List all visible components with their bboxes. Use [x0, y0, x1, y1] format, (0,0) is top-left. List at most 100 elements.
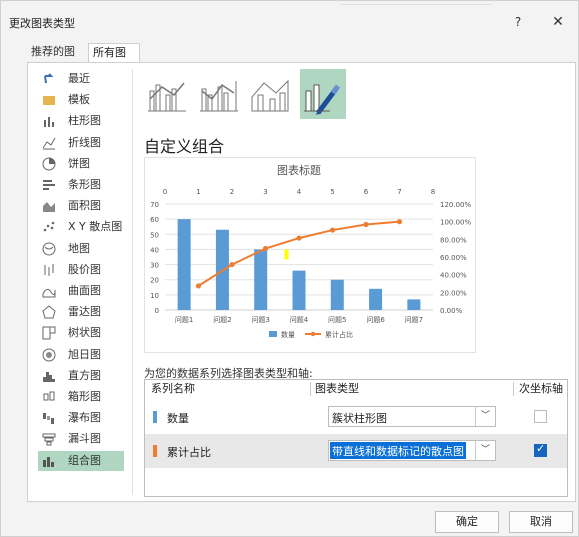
- series-point: [296, 235, 302, 241]
- cancel-button[interactable]: 取消: [509, 511, 573, 533]
- sidebar-item-label: 组合图: [68, 453, 101, 467]
- header-divider: [310, 382, 311, 396]
- bar: [177, 219, 191, 310]
- y2-tick-label: 80.00%: [440, 236, 467, 244]
- secondary-axis-checkbox[interactable]: [534, 410, 547, 423]
- sidebar-item-label: 漏斗图: [68, 432, 101, 446]
- sidebar-item-scatter-chart[interactable]: X Y 散点图: [38, 217, 124, 237]
- custom-combination-subtype[interactable]: [300, 69, 346, 119]
- title-bar: 更改图表类型 ? ✕: [1, 1, 578, 37]
- treemap-chart-icon: [42, 326, 56, 340]
- series-name: 数量: [167, 412, 189, 425]
- surface-chart-icon: [42, 288, 56, 298]
- clustered-column-line-secondary-subtype[interactable]: [196, 69, 242, 119]
- y2-tick-label: 120.00%: [440, 201, 471, 209]
- dialog-title: 更改图表类型: [9, 17, 75, 30]
- sidebar-item-label: 直方图: [68, 368, 101, 382]
- x2-tick-label: 4: [297, 188, 302, 196]
- bar: [292, 270, 306, 310]
- sidebar-item-label: 曲面图: [68, 284, 101, 297]
- column-chart-icon: [44, 117, 54, 128]
- sidebar-item-area-chart[interactable]: 面积图: [38, 196, 124, 216]
- tab-all-charts[interactable]: 所有图表: [88, 43, 140, 77]
- sidebar-item-treemap-chart[interactable]: 树状图: [38, 323, 124, 343]
- sidebar-item-label: 柱形图: [68, 114, 101, 128]
- custom-combination-icon: [304, 84, 341, 115]
- title-bar-divider: [341, 1, 491, 5]
- x-tick-label: 问题4: [290, 316, 309, 324]
- y2-tick-label: 60.00%: [440, 254, 467, 262]
- y2-tick-label: 0.00%: [440, 307, 463, 315]
- sidebar-item-label: 面积图: [68, 199, 101, 213]
- sidebar-item-pie-chart[interactable]: 饼图: [38, 154, 124, 174]
- y-tick-label: 40: [150, 246, 159, 254]
- bar: [254, 249, 268, 310]
- chevron-down-icon[interactable]: ﹀: [475, 441, 495, 460]
- chart-title: 图表标题: [277, 163, 321, 177]
- sidebar-item-label: 条形图: [68, 178, 101, 191]
- tab-recommended-charts[interactable]: 推荐的图表: [27, 43, 87, 76]
- combo-chart: 图表标题0102030405060700.00%20.00%40.00%60.0…: [150, 163, 471, 339]
- series-point: [363, 221, 369, 228]
- sidebar-item-surface-chart[interactable]: 曲面图: [38, 281, 124, 301]
- sidebar-item-label: 饼图: [68, 156, 90, 170]
- x2-tick-label: 0: [163, 188, 167, 196]
- sidebar-item-waterfall-chart[interactable]: 瀑布图: [38, 408, 124, 428]
- sidebar-item-funnel-chart[interactable]: 漏斗图: [38, 429, 124, 449]
- chart-type-dropdown[interactable]: 簇状柱形图 ﹀: [328, 406, 496, 427]
- box-chart-icon: [43, 391, 55, 401]
- clustered-column-line-subtype[interactable]: [144, 69, 190, 119]
- sidebar-item-box-chart[interactable]: 箱形图: [38, 387, 124, 407]
- ok-button[interactable]: 确定: [435, 511, 499, 533]
- sidebar-item-map-chart[interactable]: 地图: [38, 239, 124, 259]
- chart-type-dropdown[interactable]: 带直线和数据标记的散点图 ﹀: [328, 440, 496, 461]
- map-chart-icon: [42, 242, 56, 256]
- highlight-marker: [284, 249, 289, 260]
- scatter-chart-icon: [43, 222, 55, 232]
- header-secondary-axis: 次坐标轴: [519, 382, 563, 395]
- sidebar-item-column-chart[interactable]: 柱形图: [38, 111, 124, 131]
- sunburst-chart-icon: [42, 348, 56, 362]
- y2-tick-label: 40.00%: [440, 272, 467, 280]
- chevron-down-icon[interactable]: ﹀: [475, 407, 495, 426]
- help-button[interactable]: ?: [509, 11, 527, 33]
- close-button[interactable]: ✕: [547, 11, 569, 33]
- sidebar-item-label: 地图: [68, 241, 90, 255]
- y-tick-label: 20: [150, 277, 159, 285]
- stacked-area-column-subtype[interactable]: [248, 69, 294, 119]
- secondary-axis-checkbox[interactable]: [534, 442, 547, 457]
- pie-chart-icon: [42, 157, 56, 171]
- sidebar-item-sunburst-chart[interactable]: 旭日图: [38, 345, 124, 365]
- sidebar-item-radar-chart[interactable]: 雷达图: [38, 302, 124, 322]
- area-chart-icon: [43, 202, 55, 213]
- stock-chart-icon: [44, 263, 54, 276]
- sidebar-item-histogram-chart[interactable]: 直方图: [38, 366, 124, 386]
- waterfall-chart-icon: [43, 413, 54, 425]
- bar: [407, 299, 421, 310]
- sidebar-item-bar-chart[interactable]: 条形图: [38, 175, 124, 195]
- series-point: [229, 261, 235, 268]
- sidebar-item-recent[interactable]: 最近: [38, 69, 124, 89]
- y2-tick-label: 100.00%: [440, 219, 471, 227]
- header-divider: [513, 382, 514, 396]
- x2-tick-label: 3: [263, 188, 267, 196]
- recent-icon: [44, 73, 54, 84]
- sidebar-item-combo-chart[interactable]: 组合图: [38, 450, 124, 471]
- chart-preview: 图表标题 0 10 20 30 40 50 60 70 0.00% 20.00% 40.00% 60.0…: [144, 157, 476, 353]
- sidebar-item-label: 最近: [68, 72, 90, 85]
- header-series-name: 系列名称: [151, 382, 195, 395]
- x-tick-label: 问题6: [366, 316, 385, 324]
- all-charts-panel: 最近模板柱形图折线图饼图条形图面积图 X Y 散点图地图股价图曲面图雷达图树状图旭…: [27, 62, 576, 502]
- sidebar-item-label: 瀑布图: [68, 411, 101, 425]
- change-chart-type-dialog: 更改图表类型 ? ✕ 推荐的图表 所有图表 最近模板柱形图折线图饼图条形图面积图…: [0, 0, 579, 537]
- section-title: 自定义组合: [144, 137, 225, 156]
- sidebar-item-folder[interactable]: 模板: [38, 90, 124, 110]
- sidebar-item-line-chart[interactable]: 折线图: [38, 133, 124, 153]
- sidebar-item-stock-chart[interactable]: 股价图: [38, 260, 124, 280]
- sidebar-item-label: 雷达图: [68, 305, 101, 319]
- series-grid: 系列名称 图表类型 次坐标轴 数量 簇状柱形图 ﹀ 累计占比 带直线和数据标记的…: [144, 379, 568, 497]
- x2-tick-label: 7: [397, 188, 401, 196]
- x2-tick-label: 5: [330, 188, 334, 196]
- histogram-chart-icon: [43, 371, 55, 382]
- sidebar-item-label: 箱形图: [68, 390, 101, 403]
